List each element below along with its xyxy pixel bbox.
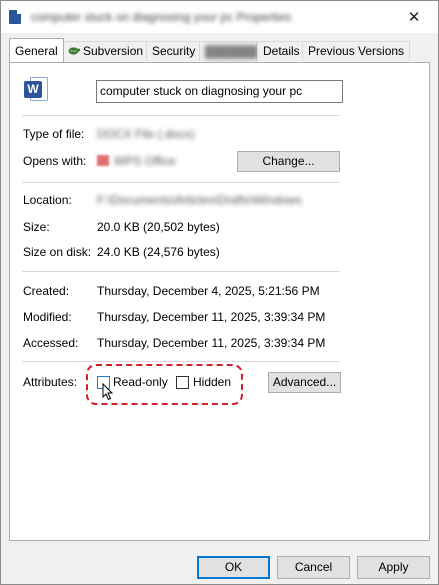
location-label: Location:	[23, 193, 72, 207]
attributes-label: Attributes:	[23, 375, 78, 389]
change-button[interactable]: Change...	[237, 151, 340, 172]
created-label: Created:	[23, 284, 70, 298]
advanced-button[interactable]: Advanced...	[268, 372, 341, 393]
tab-subversion-label: Subversion	[83, 44, 144, 58]
word-document-icon	[9, 10, 21, 24]
general-panel: W computer stuck on diagnosing your pc T…	[9, 62, 430, 541]
divider	[22, 271, 340, 272]
close-button[interactable]: ✕	[392, 1, 436, 33]
cancel-button[interactable]: Cancel	[277, 556, 350, 579]
location-value: F:\Documents\Articles\Drafts\Windows	[97, 193, 302, 207]
tab-general[interactable]: General	[9, 38, 64, 62]
tab-redacted[interactable]: ▓▓▓▓▓▓	[199, 41, 258, 61]
divider	[22, 115, 340, 116]
divider	[22, 361, 340, 362]
divider	[22, 182, 340, 183]
tab-general-label: General	[15, 44, 58, 58]
tab-security-label: Security	[152, 44, 196, 58]
tab-previous-versions[interactable]: Previous Versions	[302, 41, 411, 61]
size-on-disk-label: Size on disk:	[23, 245, 92, 259]
tab-redacted-label: ▓▓▓▓▓▓	[205, 44, 258, 58]
wps-office-icon	[97, 155, 109, 166]
mouse-pointer-icon	[102, 382, 114, 401]
tab-subversion[interactable]: Subversion	[61, 41, 150, 61]
type-value: DOCX File (.docx)	[97, 127, 195, 141]
word-document-icon: W	[24, 77, 50, 101]
window-title: computer stuck on diagnosing your pc Pro…	[31, 10, 292, 24]
tab-details-label: Details	[263, 44, 300, 58]
size-on-disk-value: 24.0 KB (24,576 bytes)	[97, 245, 220, 259]
modified-label: Modified:	[23, 310, 72, 324]
size-label: Size:	[23, 220, 50, 234]
title-bar: computer stuck on diagnosing your pc Pro…	[1, 1, 438, 33]
apply-button[interactable]: Apply	[357, 556, 430, 579]
opens-with-value: WPS Office	[114, 154, 176, 168]
accessed-value: Thursday, December 11, 2025, 3:39:34 PM	[97, 336, 326, 350]
size-value: 20.0 KB (20,502 bytes)	[97, 220, 220, 234]
tab-security[interactable]: Security	[146, 41, 202, 61]
file-name-input[interactable]: computer stuck on diagnosing your pc	[96, 80, 343, 103]
created-value: Thursday, December 4, 2025, 5:21:56 PM	[97, 284, 320, 298]
ok-button[interactable]: OK	[197, 556, 270, 579]
tab-previous-versions-label: Previous Versions	[308, 44, 405, 58]
tab-details[interactable]: Details	[257, 41, 306, 61]
type-label: Type of file:	[23, 127, 85, 141]
accessed-label: Accessed:	[23, 336, 79, 350]
tortoise-svn-icon	[67, 43, 80, 55]
modified-value: Thursday, December 11, 2025, 3:39:34 PM	[97, 310, 326, 324]
opens-with-label: Opens with:	[23, 154, 87, 168]
properties-dialog: computer stuck on diagnosing your pc Pro…	[0, 0, 439, 585]
